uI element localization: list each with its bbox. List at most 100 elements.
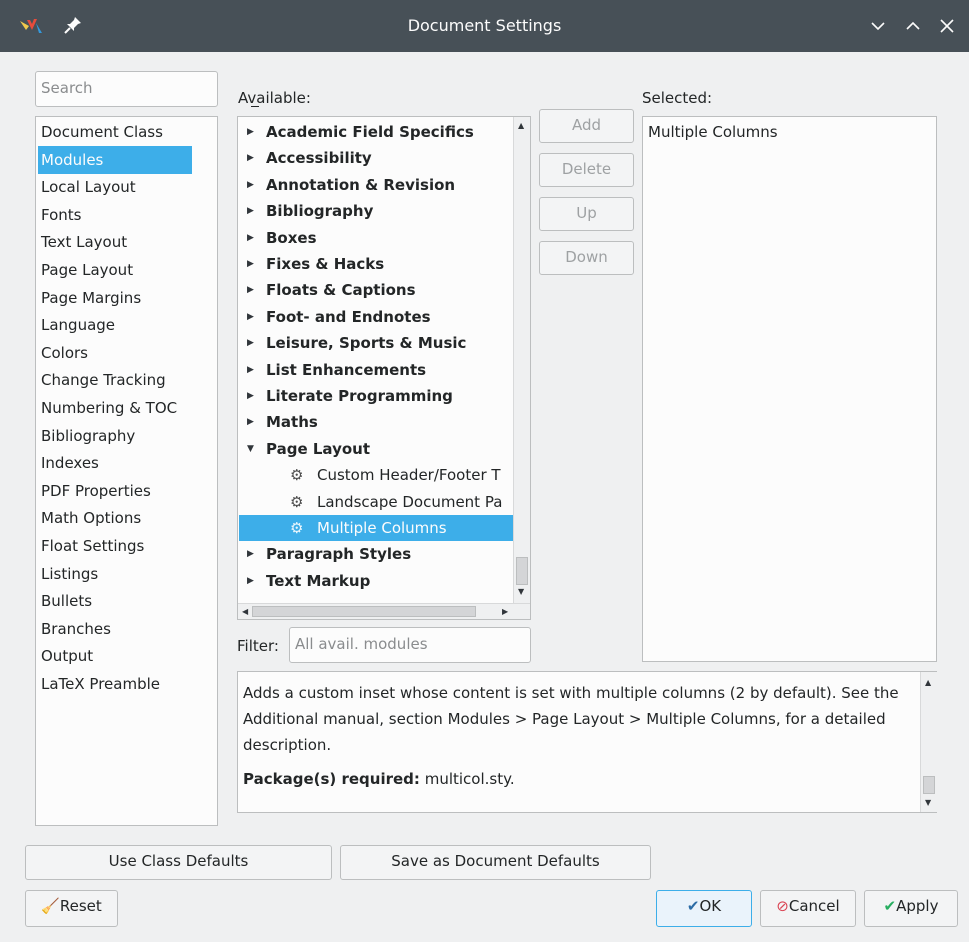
module-group[interactable]: ▶ Annotation & Revision <box>239 172 513 198</box>
desc-scroll-thumb[interactable] <box>923 776 935 794</box>
expand-arrow-right-icon[interactable]: ▶ <box>247 330 254 356</box>
module-group-label: Boxes <box>266 228 317 247</box>
module-group-label: Maths <box>266 413 318 432</box>
module-group[interactable]: ▶ Bibliography <box>239 198 513 224</box>
search-input[interactable]: Search <box>35 71 218 107</box>
apply-button[interactable]: ✔Apply <box>864 890 958 927</box>
checkmark-icon: ✔ <box>686 897 700 915</box>
module-group[interactable]: ▶ Leisure, Sports & Music <box>239 330 513 356</box>
package-label: Package(s) required: <box>243 770 420 788</box>
close-icon[interactable] <box>935 14 959 38</box>
expand-arrow-right-icon[interactable]: ▶ <box>247 198 254 224</box>
module-item[interactable]: ⚙ Multiple Columns <box>239 515 513 542</box>
tree-horizontal-scrollbar[interactable]: ◀ ▶ <box>238 603 530 619</box>
category-item[interactable]: Bullets <box>38 587 192 615</box>
category-item[interactable]: Output <box>38 642 192 670</box>
up-button[interactable]: Up <box>539 197 634 231</box>
category-item[interactable]: PDF Properties <box>38 477 192 505</box>
module-item-label: Custom Header/Footer T <box>317 466 501 485</box>
tree-hscroll-thumb[interactable] <box>252 606 476 617</box>
category-item[interactable]: Bibliography <box>38 422 192 450</box>
expand-arrow-right-icon[interactable]: ▶ <box>247 304 254 330</box>
expand-arrow-right-icon[interactable]: ▶ <box>247 383 254 409</box>
delete-button[interactable]: Delete <box>539 153 634 187</box>
selected-label: Selected: <box>642 89 713 107</box>
expand-arrow-right-icon[interactable]: ▶ <box>247 541 254 567</box>
category-item[interactable]: Indexes <box>38 449 192 477</box>
description-text: Adds a custom inset whose content is set… <box>243 684 899 754</box>
category-item[interactable]: Document Class <box>38 118 192 146</box>
module-group[interactable]: ▼ Page Layout <box>239 436 513 462</box>
module-group-label: Fixes & Hacks <box>266 255 385 273</box>
module-group[interactable]: ▶ Paragraph Styles <box>239 541 513 567</box>
category-item[interactable]: Branches <box>38 615 192 643</box>
cancel-button[interactable]: ⊘Cancel <box>760 890 856 927</box>
module-group[interactable]: ▶ Floats & Captions <box>239 277 513 303</box>
tree-scroll-thumb[interactable] <box>516 557 528 585</box>
module-group[interactable]: ▶ Boxes <box>239 225 513 251</box>
expand-arrow-right-icon[interactable]: ▶ <box>247 225 254 251</box>
category-item[interactable]: Listings <box>38 560 192 588</box>
module-item[interactable]: ⚙ Custom Header/Footer T <box>239 462 513 488</box>
minimize-icon[interactable] <box>866 14 890 38</box>
category-item[interactable]: Math Options <box>38 504 192 532</box>
filter-input[interactable]: All avail. modules <box>289 627 531 663</box>
search-placeholder: Search <box>41 79 93 97</box>
gear-icon: ⚙ <box>290 466 304 485</box>
expand-arrow-right-icon[interactable]: ▶ <box>247 409 254 435</box>
maximize-icon[interactable] <box>901 14 925 38</box>
expand-arrow-right-icon[interactable]: ▶ <box>247 251 254 277</box>
ok-button[interactable]: ✔OK <box>656 890 752 927</box>
category-item[interactable]: Colors <box>38 339 192 367</box>
desc-scroll-down-arrow-icon[interactable]: ▼ <box>925 798 931 807</box>
category-item[interactable]: Float Settings <box>38 532 192 560</box>
expand-arrow-down-icon[interactable]: ▼ <box>247 436 254 462</box>
scroll-right-arrow-icon[interactable]: ▶ <box>502 607 508 616</box>
title-bar: Document Settings <box>0 0 969 52</box>
use-class-defaults-button[interactable]: Use Class Defaults <box>25 845 332 880</box>
description-scrollbar[interactable]: ▲ ▼ <box>920 672 937 812</box>
scroll-up-arrow-icon[interactable]: ▲ <box>518 121 524 130</box>
selected-module-item[interactable]: Multiple Columns <box>648 123 778 141</box>
broom-icon: 🧹 <box>41 897 60 915</box>
expand-arrow-right-icon[interactable]: ▶ <box>247 277 254 303</box>
module-group[interactable]: ▶ Foot- and Endnotes <box>239 304 513 330</box>
window-title: Document Settings <box>407 16 562 35</box>
module-group[interactable]: ▶ Maths <box>239 409 513 435</box>
category-item[interactable]: Fonts <box>38 201 192 229</box>
module-group[interactable]: ▶ Text Markup <box>239 568 513 594</box>
category-item[interactable]: Text Layout <box>38 228 192 256</box>
scroll-left-arrow-icon[interactable]: ◀ <box>242 607 248 616</box>
add-button[interactable]: Add <box>539 109 634 143</box>
expand-arrow-right-icon[interactable]: ▶ <box>247 119 254 145</box>
expand-arrow-right-icon[interactable]: ▶ <box>247 145 254 171</box>
category-item[interactable]: Local Layout <box>38 173 192 201</box>
module-group[interactable]: ▶ Accessibility <box>239 145 513 171</box>
category-item[interactable]: Change Tracking <box>38 366 192 394</box>
available-modules-tree[interactable]: ▶ Academic Field Specifics ▶ Accessibility ▶… <box>237 116 531 620</box>
module-group[interactable]: ▶ Fixes & Hacks <box>239 251 513 277</box>
category-item[interactable]: Language <box>38 311 192 339</box>
reset-button[interactable]: 🧹Reset <box>25 890 118 927</box>
scroll-down-arrow-icon[interactable]: ▼ <box>518 587 524 596</box>
module-group[interactable]: ▶ Literate Programming <box>239 383 513 409</box>
module-group[interactable]: ▶ Academic Field Specifics <box>239 119 513 145</box>
category-item[interactable]: Numbering & TOC <box>38 394 192 422</box>
expand-arrow-right-icon[interactable]: ▶ <box>247 172 254 198</box>
selected-modules-list[interactable]: Multiple Columns <box>642 116 937 662</box>
category-item[interactable]: LaTeX Preamble <box>38 670 192 698</box>
category-item[interactable]: Modules <box>38 145 192 174</box>
module-group-label: Leisure, Sports & Music <box>266 334 467 353</box>
down-button[interactable]: Down <box>539 241 634 275</box>
desc-scroll-up-arrow-icon[interactable]: ▲ <box>925 678 931 687</box>
available-label: Available: <box>238 89 311 107</box>
save-as-document-defaults-button[interactable]: Save as Document Defaults <box>340 845 651 880</box>
module-group-label: Text Markup <box>266 571 371 590</box>
expand-arrow-right-icon[interactable]: ▶ <box>247 568 254 594</box>
category-item[interactable]: Page Margins <box>38 284 192 312</box>
expand-arrow-right-icon[interactable]: ▶ <box>247 357 254 383</box>
tree-vertical-scrollbar[interactable]: ▲ ▼ <box>513 117 530 603</box>
module-item[interactable]: ⚙ Landscape Document Pa <box>239 489 513 515</box>
category-item[interactable]: Page Layout <box>38 256 192 284</box>
module-group[interactable]: ▶ List Enhancements <box>239 357 513 383</box>
